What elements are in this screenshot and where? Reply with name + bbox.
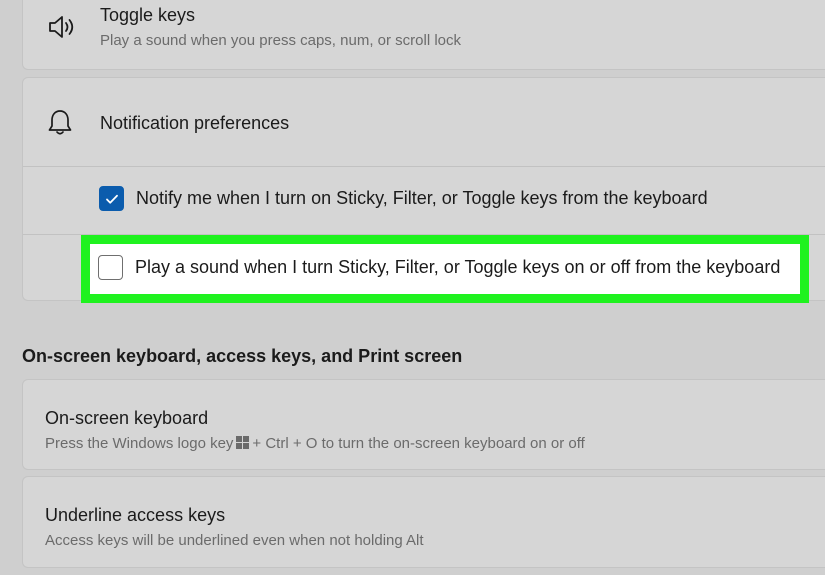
- underline-access-keys-title: Underline access keys: [45, 505, 226, 525]
- divider: [23, 166, 825, 167]
- speaker-icon: [47, 13, 77, 41]
- notify-me-checkbox[interactable]: [99, 186, 124, 211]
- on-screen-keyboard-subtitle: Press the Windows logo key + Ctrl + O to …: [45, 435, 585, 453]
- play-sound-option[interactable]: Play a sound when I turn Sticky, Filter,…: [98, 255, 780, 280]
- underline-access-keys-subtitle: Access keys will be underlined even when…: [45, 532, 424, 549]
- checkmark-icon: [105, 194, 118, 204]
- toggle-keys-card[interactable]: Toggle keys Play a sound when you press …: [22, 0, 825, 70]
- section-heading: On-screen keyboard, access keys, and Pri…: [22, 346, 463, 366]
- notification-preferences-title: Notification preferences: [100, 113, 290, 133]
- subtitle-part-2: + Ctrl + O to turn the on-screen keyboar…: [252, 435, 585, 452]
- on-screen-keyboard-card[interactable]: On-screen keyboard Press the Windows log…: [22, 379, 825, 470]
- notify-me-label: Notify me when I turn on Sticky, Filter,…: [136, 188, 708, 208]
- notification-preferences-header[interactable]: Notification preferences: [23, 78, 825, 166]
- bell-icon: [47, 108, 73, 136]
- notify-me-option[interactable]: Notify me when I turn on Sticky, Filter,…: [99, 186, 708, 211]
- underline-access-keys-card[interactable]: Underline access keys Access keys will b…: [22, 476, 825, 568]
- toggle-keys-title: Toggle keys: [100, 5, 196, 25]
- subtitle-part-1: Press the Windows logo key: [45, 435, 234, 452]
- play-sound-checkbox[interactable]: [98, 255, 123, 280]
- highlighted-option: Play a sound when I turn Sticky, Filter,…: [81, 235, 809, 303]
- play-sound-label: Play a sound when I turn Sticky, Filter,…: [135, 257, 781, 277]
- on-screen-keyboard-title: On-screen keyboard: [45, 408, 209, 428]
- windows-logo-icon: [236, 436, 250, 453]
- toggle-keys-subtitle: Play a sound when you press caps, num, o…: [100, 32, 462, 49]
